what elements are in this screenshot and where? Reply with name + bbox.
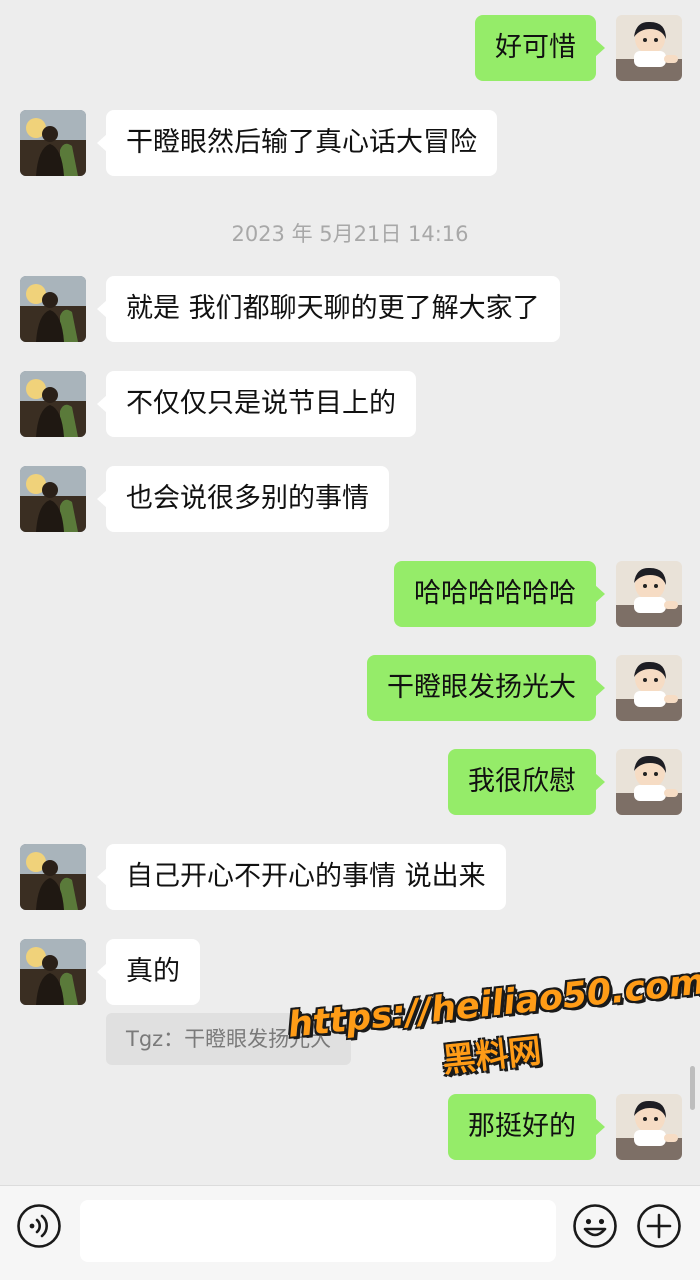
message-bubble-received[interactable]: 不仅仅只是说节目上的 (97, 371, 416, 437)
chat-timestamp: 2023 年 5月21日 14:16 (231, 222, 469, 246)
message-bubble-received[interactable]: 也会说很多别的事情 (97, 466, 389, 532)
message-bubble-received[interactable]: 真的 (97, 939, 200, 1005)
my-avatar[interactable] (616, 15, 682, 81)
quoted-reply[interactable]: Tgz：干瞪眼发扬光大 (106, 1013, 352, 1065)
message-row: 自己开心不开心的事情 说出来 (0, 844, 700, 914)
friend-avatar[interactable] (20, 466, 86, 532)
chat-area[interactable]: 好可惜 干瞪眼然后输了真心话大冒险 2023 年 5月21日 14:16 就是 … (0, 0, 700, 1185)
message-row: 就是 我们都聊天聊的更了解大家了 (0, 276, 700, 346)
message-row: 真的 (0, 939, 700, 1009)
message-row: 也会说很多别的事情 (0, 466, 700, 536)
message-bubble-received[interactable]: 自己开心不开心的事情 说出来 (97, 844, 506, 910)
my-avatar[interactable] (616, 561, 682, 627)
friend-avatar[interactable] (20, 844, 86, 910)
message-input[interactable] (80, 1200, 556, 1262)
friend-avatar[interactable] (20, 371, 86, 437)
message-row: 不仅仅只是说节目上的 (0, 371, 700, 441)
my-avatar[interactable] (616, 749, 682, 815)
input-bar (0, 1185, 700, 1280)
message-bubble-sent[interactable]: 我很欣慰 (448, 749, 605, 815)
message-row: 我很欣慰 (0, 749, 700, 819)
friend-avatar[interactable] (20, 939, 86, 1005)
plus-icon (637, 1204, 681, 1248)
message-bubble-sent[interactable]: 哈哈哈哈哈哈 (394, 561, 605, 627)
message-bubble-received[interactable]: 就是 我们都聊天聊的更了解大家了 (97, 276, 560, 342)
message-row: 好可惜 (0, 15, 700, 85)
watermark-name: 黑料网 (440, 1030, 544, 1080)
voice-button[interactable] (16, 1203, 62, 1249)
message-row: 干瞪眼然后输了真心话大冒险 (0, 110, 700, 180)
message-bubble-received[interactable]: 干瞪眼然后输了真心话大冒险 (97, 110, 497, 176)
emoji-button[interactable] (572, 1203, 618, 1249)
scrollbar[interactable] (690, 1066, 695, 1110)
message-row: 哈哈哈哈哈哈 (0, 561, 700, 631)
voice-icon (17, 1204, 61, 1248)
message-bubble-sent[interactable]: 好可惜 (475, 15, 605, 81)
friend-avatar[interactable] (20, 276, 86, 342)
message-bubble-sent[interactable]: 干瞪眼发扬光大 (367, 655, 605, 721)
message-row: 那挺好的 (0, 1094, 700, 1164)
my-avatar[interactable] (616, 1094, 682, 1160)
my-avatar[interactable] (616, 655, 682, 721)
friend-avatar[interactable] (20, 110, 86, 176)
message-row: 干瞪眼发扬光大 (0, 655, 700, 725)
emoji-icon (573, 1204, 617, 1248)
more-button[interactable] (636, 1203, 682, 1249)
message-bubble-sent[interactable]: 那挺好的 (448, 1094, 605, 1160)
